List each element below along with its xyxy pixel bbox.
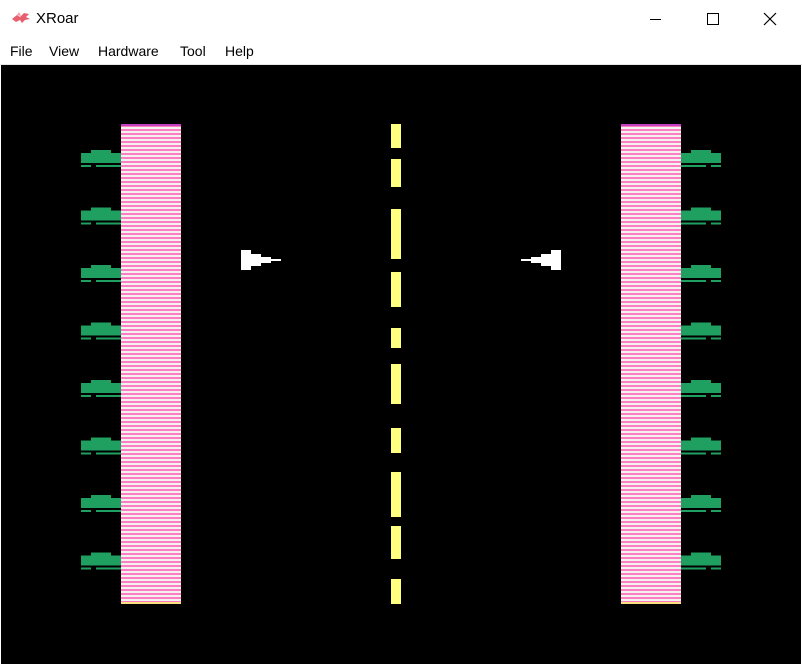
menu-hardware[interactable]: Hardware bbox=[98, 42, 159, 60]
xroar-window: XRoar File View Hardware Tool Help bbox=[0, 0, 802, 665]
menu-bar: File View Hardware Tool Help bbox=[0, 38, 802, 65]
menu-help[interactable]: Help bbox=[225, 42, 254, 60]
centre-dash bbox=[391, 526, 401, 559]
menu-file[interactable]: File bbox=[10, 42, 33, 60]
right-wall bbox=[621, 124, 681, 604]
menu-view[interactable]: View bbox=[49, 42, 79, 60]
enemy-tank-right-icon bbox=[681, 380, 721, 397]
enemy-tank-left-icon bbox=[81, 207, 121, 225]
centre-dash bbox=[391, 364, 401, 404]
centre-dash bbox=[391, 209, 401, 259]
centre-line bbox=[391, 124, 401, 604]
enemy-tank-right-icon bbox=[681, 207, 721, 225]
centre-dash bbox=[391, 159, 401, 187]
enemy-tank-left-icon bbox=[81, 150, 121, 167]
game-playfield bbox=[81, 124, 721, 604]
close-button[interactable] bbox=[742, 0, 800, 38]
player-ship-right-icon bbox=[241, 250, 281, 270]
centre-dash bbox=[391, 328, 401, 348]
xroar-dragon-icon bbox=[12, 12, 30, 23]
menu-tool[interactable]: Tool bbox=[180, 42, 206, 60]
right-tank-column bbox=[681, 150, 721, 570]
enemy-tank-right-icon bbox=[681, 265, 721, 282]
enemy-tank-right-icon bbox=[681, 322, 721, 340]
maximize-button[interactable] bbox=[684, 0, 742, 38]
centre-dash bbox=[391, 579, 401, 604]
centre-dash bbox=[391, 472, 401, 517]
minimize-icon bbox=[650, 19, 661, 20]
centre-dash bbox=[391, 272, 401, 307]
close-icon bbox=[763, 12, 777, 26]
enemy-tank-left-icon bbox=[81, 380, 121, 397]
window-title: XRoar bbox=[36, 10, 79, 27]
centre-dash bbox=[391, 428, 401, 453]
enemy-tank-right-icon bbox=[681, 552, 721, 570]
enemy-tank-left-icon bbox=[81, 437, 121, 455]
enemy-tank-right-icon bbox=[681, 495, 721, 512]
enemy-tank-right-icon bbox=[681, 437, 721, 455]
enemy-tank-left-icon bbox=[81, 322, 121, 340]
enemy-tank-left-icon bbox=[81, 552, 121, 570]
maximize-icon bbox=[707, 13, 719, 25]
centre-dash bbox=[391, 124, 401, 148]
title-bar[interactable]: XRoar bbox=[0, 0, 802, 38]
emulator-screen[interactable] bbox=[1, 65, 801, 664]
player-ship-left-icon bbox=[521, 250, 561, 270]
left-wall bbox=[121, 124, 181, 604]
enemy-tank-left-icon bbox=[81, 265, 121, 282]
enemy-tank-right-icon bbox=[681, 150, 721, 167]
left-tank-column bbox=[81, 150, 121, 570]
minimize-button[interactable] bbox=[627, 0, 685, 38]
enemy-tank-left-icon bbox=[81, 495, 121, 512]
